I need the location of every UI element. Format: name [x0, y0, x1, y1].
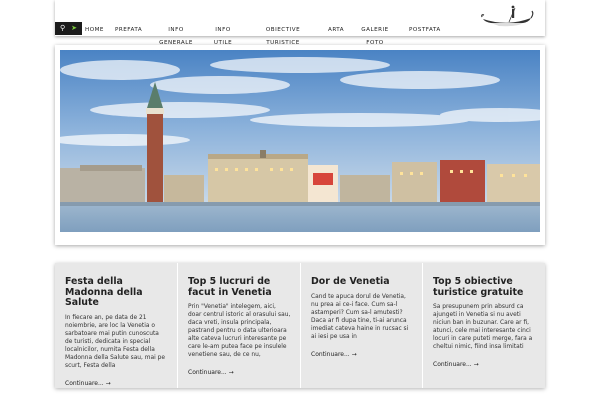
- article-strip: Festa della Madonna della Salute In fiec…: [55, 263, 545, 388]
- article-card: Top 5 lucruri de facut in Venetia Prin "…: [177, 263, 300, 388]
- search-widget[interactable]: ⚲ ➤: [55, 22, 82, 35]
- article-title[interactable]: Top 5 obiective turistice gratuite: [433, 276, 536, 298]
- article-title[interactable]: Dor de Venetia: [311, 276, 413, 288]
- article-excerpt: In fiecare an, pe data de 21 noiembrie, …: [65, 314, 166, 369]
- page: ⚲ ➤ HOME PREFATA INFO GENERALE INFO UTIL…: [55, 0, 545, 400]
- article-title[interactable]: Festa della Madonna della Salute: [65, 276, 168, 309]
- read-more-link[interactable]: Continuare... →: [311, 351, 357, 358]
- go-arrow-icon[interactable]: ➤: [71, 25, 77, 32]
- nav-item-prefata[interactable]: PREFATA: [115, 24, 142, 37]
- article-excerpt: Cand te apuca dorul de Venetia, nu prea …: [311, 293, 409, 340]
- nav-item-home[interactable]: HOME: [85, 24, 104, 37]
- nav-item-arta[interactable]: ARTA: [328, 24, 344, 37]
- gondola-logo[interactable]: [479, 3, 535, 29]
- article-excerpt: Sa presupunem prin absurd ca ajungeti in…: [433, 304, 533, 350]
- site-header: ⚲ ➤ HOME PREFATA INFO GENERALE INFO UTIL…: [55, 0, 545, 46]
- venice-panorama-image: [60, 50, 540, 232]
- read-more-link[interactable]: Continuare... →: [433, 361, 479, 368]
- article-card: Dor de Venetia Cand te apuca dorul de Ve…: [300, 263, 422, 388]
- search-icon[interactable]: ⚲: [60, 25, 65, 32]
- article-card: Top 5 obiective turistice gratuite Sa pr…: [422, 263, 545, 388]
- nav-item-postfata[interactable]: POSTFATA: [409, 24, 441, 37]
- read-more-link[interactable]: Continuare... →: [188, 369, 234, 376]
- hero-banner: [55, 45, 545, 245]
- read-more-link[interactable]: Continuare... →: [65, 380, 111, 387]
- article-card: Festa della Madonna della Salute In fiec…: [55, 263, 177, 388]
- article-excerpt: Prin "Venetia" intelegem, aici, doar cen…: [188, 304, 291, 358]
- article-title[interactable]: Top 5 lucruri de facut in Venetia: [188, 276, 291, 298]
